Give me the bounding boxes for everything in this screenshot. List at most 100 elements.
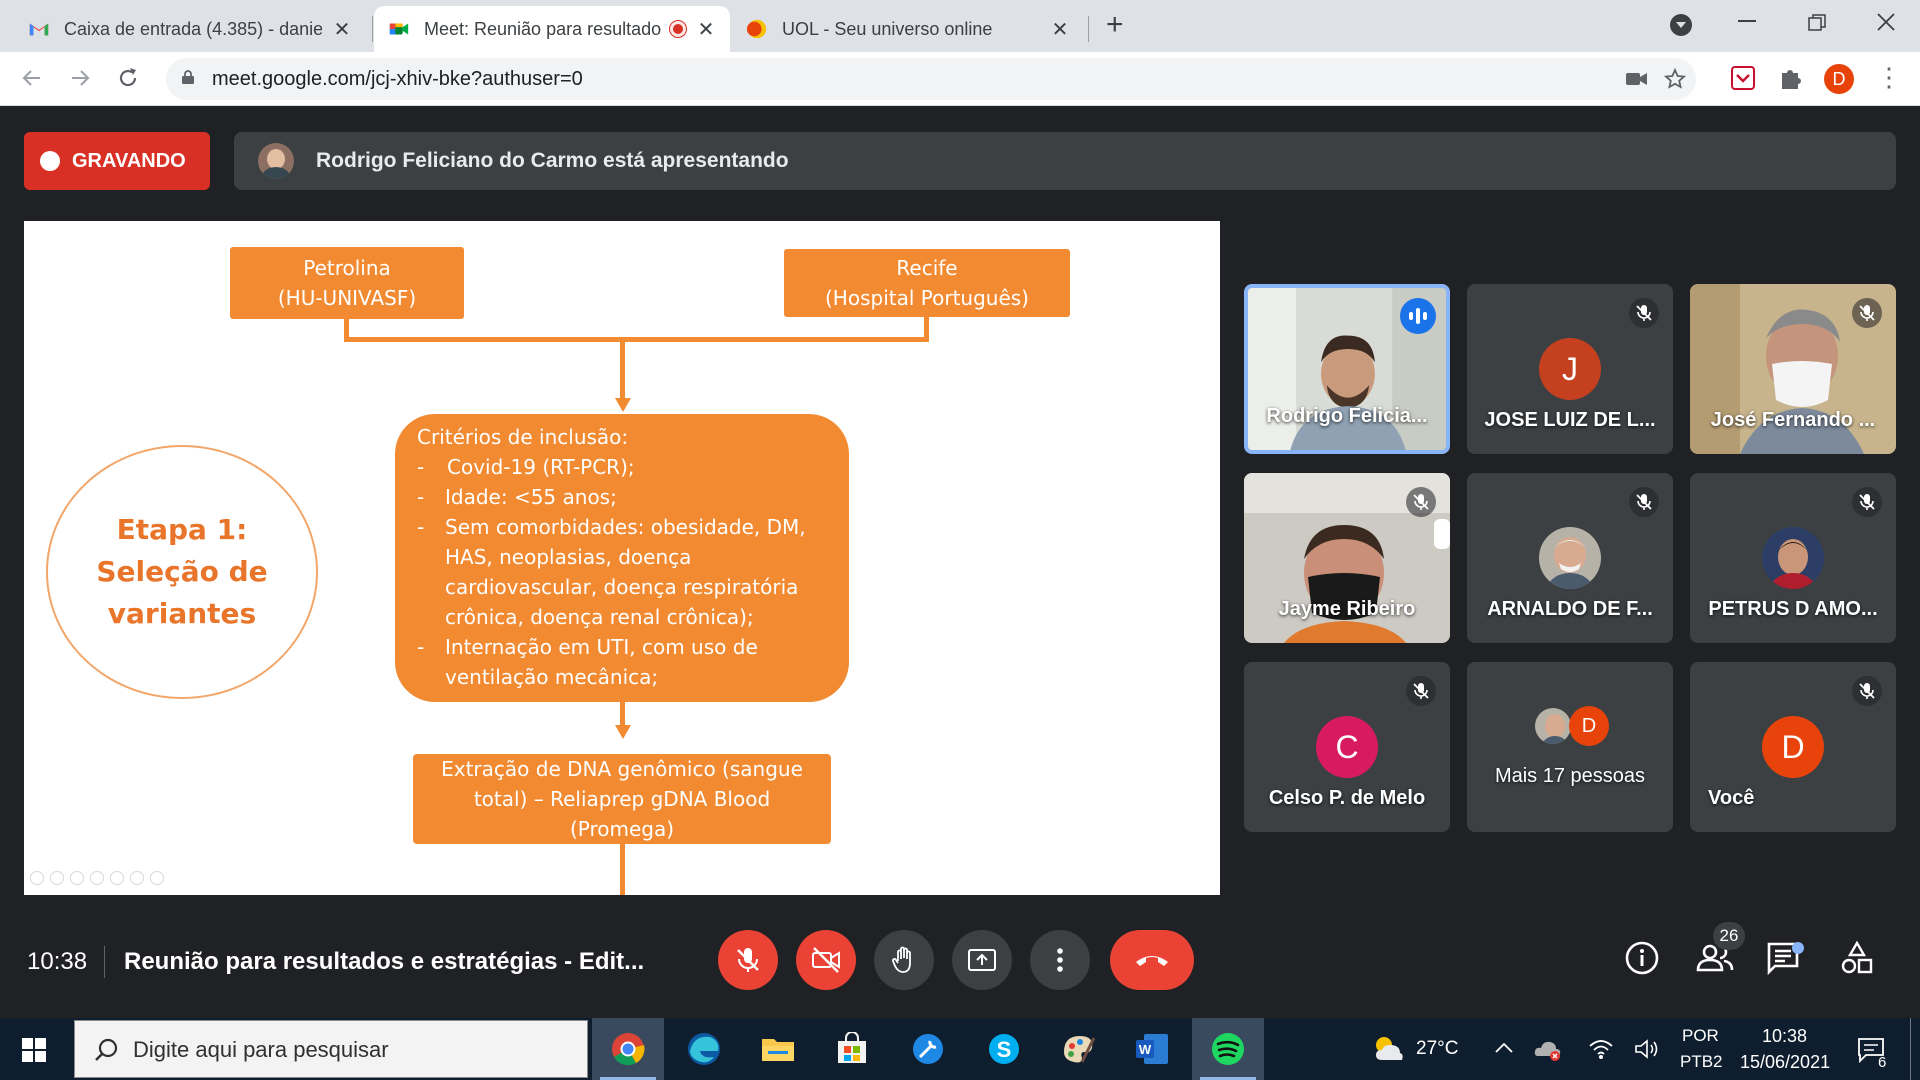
box-recife-line2: (Hospital Português): [825, 286, 1029, 310]
camera-toggle-button[interactable]: [796, 930, 856, 990]
participant-tile[interactable]: José Fernando ...: [1690, 284, 1896, 454]
participant-tile[interactable]: Rodrigo Felicia...: [1244, 284, 1450, 454]
show-desktop-divider[interactable]: [1910, 1018, 1911, 1080]
close-tab-icon[interactable]: ✕: [332, 17, 352, 42]
info-icon[interactable]: [1624, 940, 1660, 976]
zoom-icon[interactable]: [110, 871, 124, 885]
slide-controls[interactable]: [30, 871, 164, 885]
clock-time[interactable]: 10:38: [1762, 1026, 1807, 1047]
tab-meet[interactable]: Meet: Reunião para resultados ✕: [374, 6, 730, 52]
forward-icon[interactable]: [68, 66, 92, 90]
taskbar-file-explorer[interactable]: [742, 1018, 814, 1080]
muted-mic-icon: [1852, 676, 1882, 706]
taskbar-skype[interactable]: S: [968, 1018, 1040, 1080]
prev-slide-icon[interactable]: [30, 871, 44, 885]
stage-line3: variantes: [107, 597, 257, 630]
participant-tile[interactable]: PETRUS D AMO...: [1690, 473, 1896, 643]
taskbar-store[interactable]: [816, 1018, 888, 1080]
tab-search-icon[interactable]: [1670, 14, 1692, 36]
tab-divider: [1088, 16, 1089, 42]
participant-tile[interactable]: C Celso P. de Melo: [1244, 662, 1450, 832]
taskbar-app-tool[interactable]: [892, 1018, 964, 1080]
criteria-item: Idade: <55 anos;: [417, 482, 831, 512]
store-icon: [838, 1032, 866, 1063]
tab-uol[interactable]: UOL - Seu universo online ✕: [732, 6, 1084, 52]
meet-icon: [389, 23, 409, 35]
taskbar-paint[interactable]: [1042, 1018, 1114, 1080]
profile-avatar[interactable]: D: [1824, 64, 1854, 94]
close-tab-icon[interactable]: ✕: [1050, 17, 1070, 42]
subtitles-icon[interactable]: [130, 871, 144, 885]
weather-icon[interactable]: [1372, 1032, 1406, 1066]
language-code[interactable]: POR: [1682, 1026, 1719, 1046]
weather-temperature[interactable]: 27°C: [1416, 1038, 1458, 1060]
stage-circle: Etapa 1: Seleção de variantes: [46, 445, 318, 699]
paint-icon: [1064, 1036, 1096, 1063]
camera-icon[interactable]: [1626, 71, 1648, 87]
lock-icon[interactable]: [182, 70, 194, 84]
stage-line2: Seleção de: [96, 555, 268, 588]
stage-line1: Etapa 1:: [116, 513, 248, 546]
onedrive-icon[interactable]: [1534, 1036, 1562, 1062]
mic-toggle-button[interactable]: [718, 930, 778, 990]
close-tab-icon[interactable]: ✕: [696, 17, 716, 42]
present-screen-button[interactable]: [952, 930, 1012, 990]
raise-hand-button[interactable]: [874, 930, 934, 990]
taskbar-edge[interactable]: [668, 1018, 740, 1080]
wifi-icon[interactable]: [1588, 1038, 1614, 1060]
connector-line: [620, 369, 625, 401]
taskbar-word[interactable]: W: [1116, 1018, 1188, 1080]
windows-start-button[interactable]: [22, 1038, 46, 1062]
extraction-line3: (Promega): [569, 817, 675, 841]
slides-icon[interactable]: [90, 871, 104, 885]
more-participants-tile[interactable]: D Mais 17 pessoas: [1467, 662, 1673, 832]
participant-tile[interactable]: J JOSE LUIZ DE L...: [1467, 284, 1673, 454]
participant-name: Mais 17 pessoas: [1494, 765, 1646, 787]
pen-icon[interactable]: [70, 871, 84, 885]
spotify-icon: [1212, 1033, 1244, 1065]
tab-title: UOL - Seu universo online: [782, 18, 993, 39]
new-tab-button[interactable]: +: [1106, 10, 1124, 40]
participant-tile[interactable]: ARNALDO DE F...: [1467, 473, 1673, 643]
participant-tile[interactable]: Jayme Ribeiro: [1244, 473, 1450, 643]
url-text[interactable]: meet.google.com/jcj-xhiv-bke?authuser=0: [212, 68, 583, 91]
bookmark-star-icon[interactable]: [1664, 68, 1686, 90]
more-vert-icon: [1057, 948, 1063, 972]
more-options-button[interactable]: [1030, 930, 1090, 990]
more-icon[interactable]: [150, 871, 164, 885]
browser-menu-icon[interactable]: ⋮: [1876, 64, 1902, 90]
address-bar[interactable]: meet.google.com/jcj-xhiv-bke?authuser=0: [166, 58, 1696, 100]
activities-icon[interactable]: [1840, 940, 1874, 976]
participant-initial: C: [1316, 716, 1378, 778]
reload-icon[interactable]: [116, 66, 140, 90]
volume-icon[interactable]: [1634, 1038, 1660, 1060]
tab-gmail[interactable]: Caixa de entrada (4.385) - daniel ✕: [14, 6, 366, 52]
box-recife: Recife (Hospital Português): [784, 249, 1070, 317]
participant-count-badge: 26: [1713, 922, 1745, 950]
back-icon[interactable]: [20, 66, 44, 90]
taskbar-chrome[interactable]: [592, 1018, 664, 1080]
participant-name: PETRUS D AMO...: [1708, 598, 1878, 620]
minimize-icon[interactable]: [1738, 20, 1756, 24]
chevron-up-icon[interactable]: [1494, 1042, 1514, 1054]
participant-name: Jayme Ribeiro: [1278, 598, 1416, 620]
next-slide-icon[interactable]: [50, 871, 64, 885]
meet-stage: GRAVANDO Rodrigo Feliciano do Carmo está…: [0, 106, 1920, 1018]
close-window-icon[interactable]: [1876, 12, 1896, 32]
keyboard-layout[interactable]: PTB2: [1680, 1052, 1723, 1072]
recording-badge[interactable]: GRAVANDO: [24, 132, 210, 190]
taskbar-spotify[interactable]: [1192, 1018, 1264, 1080]
criteria-item: Sem comorbidades: obesidade, DM, HAS, ne…: [417, 512, 831, 632]
taskbar-search-input[interactable]: Digite aqui para pesquisar: [74, 1020, 588, 1078]
extraction-line1: Extração de DNA genômico (sangue: [441, 757, 803, 781]
connector-line: [344, 337, 929, 342]
participant-initial: D: [1762, 716, 1824, 778]
word-icon: W: [1136, 1034, 1168, 1064]
restore-icon[interactable]: [1808, 14, 1826, 32]
presenting-banner: Rodrigo Feliciano do Carmo está apresent…: [234, 132, 1896, 190]
leave-call-button[interactable]: [1110, 930, 1194, 990]
extensions-puzzle-icon[interactable]: [1778, 65, 1804, 91]
pocket-extension-icon[interactable]: [1730, 65, 1756, 91]
clock-date[interactable]: 15/06/2021: [1740, 1052, 1830, 1073]
participant-tile-self[interactable]: D Você: [1690, 662, 1896, 832]
